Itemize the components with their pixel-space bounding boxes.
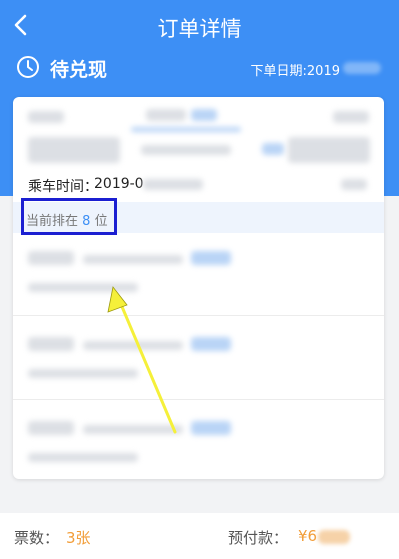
row-divider: [13, 399, 384, 400]
status-label: 待兑现: [50, 59, 108, 81]
seat-class-redaction: [341, 179, 367, 190]
train-type-redaction: [191, 109, 217, 121]
passenger-id-redaction: [83, 255, 183, 264]
passenger-type-redaction: [191, 421, 231, 435]
passenger-seat-redaction: [28, 453, 138, 462]
arrival-time-redaction: [288, 137, 370, 163]
route-line-redaction: [131, 127, 241, 132]
passenger-type-redaction: [191, 337, 231, 351]
nav-bar: 订单详情: [0, 0, 399, 50]
train-number-redaction: [146, 109, 186, 121]
order-date-redaction: [343, 62, 381, 74]
duration-redaction: [141, 145, 231, 155]
tickets-label: 票数：: [14, 529, 60, 547]
clock-icon: [17, 56, 39, 78]
departure-station-redaction: [28, 111, 64, 123]
order-status-row: 待兑现 下单日期:2019: [0, 55, 399, 83]
passenger-name-redaction: [28, 251, 74, 265]
order-date: 下单日期:2019: [250, 64, 340, 79]
prepay-redaction: [318, 530, 350, 544]
arrival-station-redaction: [333, 111, 369, 123]
travel-time-value: 2019-0: [94, 176, 144, 192]
passenger-type-redaction: [191, 251, 231, 265]
passenger-seat-redaction: [28, 369, 138, 378]
row-divider: [13, 315, 384, 316]
passenger-name-redaction: [28, 337, 74, 351]
passenger-id-redaction: [83, 425, 183, 434]
passenger-name-redaction: [28, 421, 74, 435]
page-title: 订单详情: [157, 17, 242, 41]
ticket-card: 乘车时间： 2019-0 当前排在 8 位: [13, 97, 384, 479]
prepay-label: 预付款：: [228, 529, 289, 547]
prepay-value: ¥6: [298, 527, 318, 545]
travel-time-redaction: [143, 179, 203, 190]
tickets-value: 3张: [66, 529, 91, 547]
order-summary-bar: 票数： 3张 预付款： ¥6: [0, 513, 399, 559]
departure-time-redaction: [28, 137, 120, 163]
travel-time-label: 乘车时间：: [28, 179, 98, 195]
next-day-badge-redaction: [262, 143, 284, 155]
highlight-box: [21, 198, 117, 235]
passenger-seat-redaction: [28, 283, 138, 292]
passenger-id-redaction: [83, 341, 183, 350]
